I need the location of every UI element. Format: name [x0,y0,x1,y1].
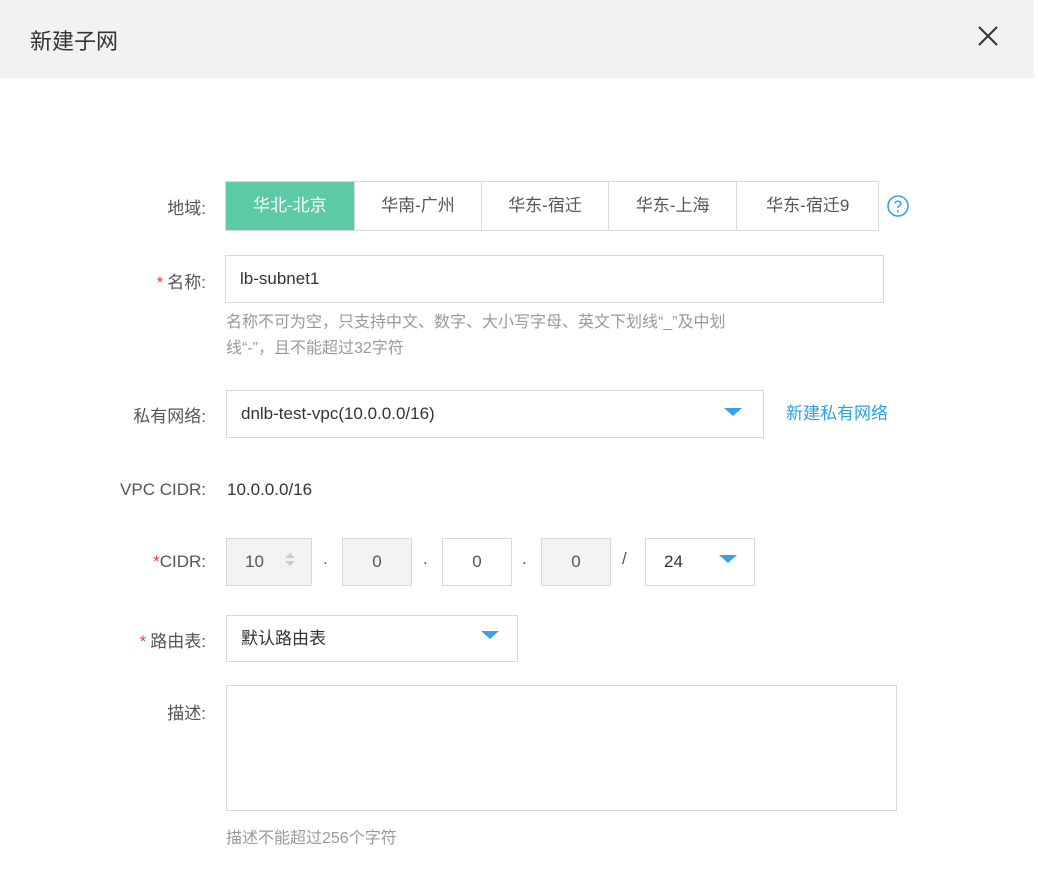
required-mark: * [156,273,164,292]
region-option-shanghai[interactable]: 华东-上海 [607,182,737,230]
cidr-separator: . [423,549,428,568]
description-label: 描述: [167,704,206,723]
caret-down-icon[interactable] [724,408,742,416]
vpc-label: 私有网络: [133,407,206,426]
cidr-octet-3[interactable]: 0 [442,538,512,586]
description-hint: 描述不能超过256个字符 [226,830,397,847]
help-circle-icon[interactable] [886,194,910,218]
region-option-beijing[interactable]: 华北-北京 [226,182,354,230]
region-option-guangzhou[interactable]: 华南-广州 [353,182,482,230]
region-label: 地域: [167,199,206,218]
name-input[interactable]: lb-subnet1 [225,255,884,303]
create-vpc-link[interactable]: 新建私有网络 [786,399,888,424]
required-mark: * [139,632,147,651]
name-hint-line2: 线“-”，且不能超过32字符 [226,340,404,357]
region-option-suqian[interactable]: 华东-宿迁 [481,182,608,230]
cidr-octet-1[interactable]: 10 [226,538,312,586]
cidr-octet-2[interactable]: 0 [342,538,412,586]
region-option-suqian9[interactable]: 华东-宿迁9 [736,182,878,230]
cidr-separator: . [522,549,527,568]
cidr-label-text: CIDR: [159,552,206,571]
name-hint-line1: 名称不可为空，只支持中文、数字、大小写字母、英文下划线“_”及中划 [226,314,726,331]
cidr-mask-value: 24 [664,552,683,571]
cidr-separator: . [323,549,328,568]
description-textarea[interactable] [226,685,897,811]
route-table-label: * 路由表: [0,627,206,652]
vpc-cidr-value: 10.0.0.0/16 [227,480,313,499]
route-table-label-text: 路由表: [150,632,206,651]
vpc-select-value: dnlb-test-vpc(10.0.0.0/16) [241,404,435,423]
stepper-icon[interactable] [284,553,296,571]
cidr-slash: / [622,549,627,568]
dialog-header: 新建子网 [0,0,1034,78]
name-label: * 名称: [0,268,206,293]
caret-down-icon[interactable] [481,631,499,639]
required-mark: * [153,552,160,571]
cidr-octet-4[interactable]: 0 [541,538,611,586]
vpc-cidr-label: VPC CIDR: [120,480,206,499]
close-icon[interactable] [975,23,1001,49]
route-table-value: 默认路由表 [241,629,326,648]
dialog-title: 新建子网 [30,29,119,54]
route-table-select[interactable]: 默认路由表 [226,615,518,662]
cidr-label: *CIDR: [0,552,206,572]
region-selector: 华北-北京 华南-广州 华东-宿迁 华东-上海 华东-宿迁9 [225,181,879,231]
vpc-select[interactable]: dnlb-test-vpc(10.0.0.0/16) [226,390,764,438]
name-label-text: 名称: [167,273,206,292]
cidr-mask-select[interactable]: 24 [645,538,755,586]
caret-down-icon[interactable] [719,555,737,563]
